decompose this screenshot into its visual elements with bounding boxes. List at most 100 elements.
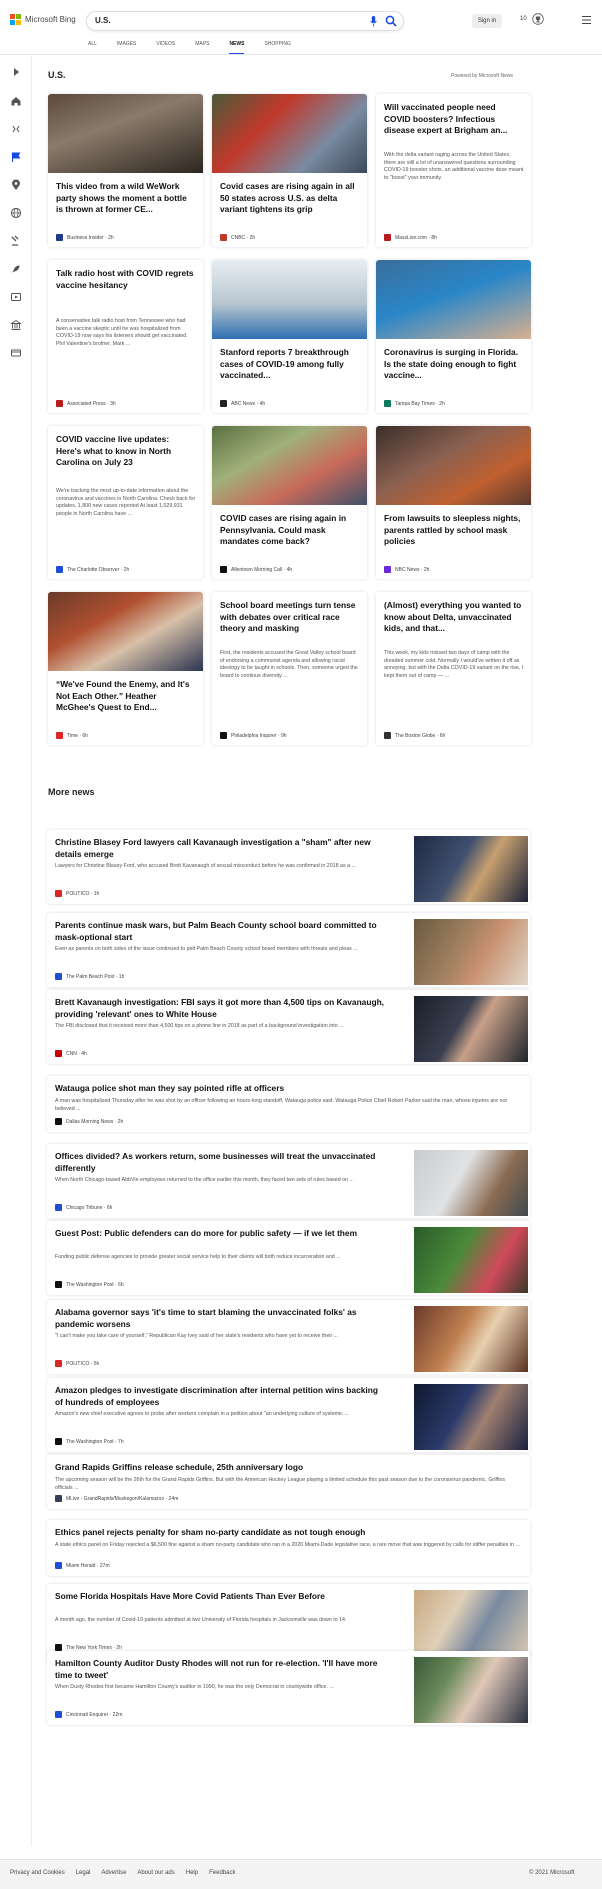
more-news-item[interactable]: Grand Rapids Griffins release schedule, … [47,1455,530,1509]
more-news-item[interactable]: Guest Post: Public defenders can do more… [47,1221,530,1295]
card-source[interactable]: Tampa Bay Times · 2h [384,400,445,407]
news-card[interactable]: COVID cases are rising again in Pennsylv… [212,426,367,579]
news-card[interactable]: COVID vaccine live updates: Here's what … [48,426,203,579]
card-headline[interactable]: School board meetings turn tense with de… [220,600,360,635]
menu-icon[interactable] [582,16,591,24]
card-source[interactable]: The Charlotte Observer · 2h [56,566,129,573]
more-news-item[interactable]: Offices divided? As workers return, some… [47,1144,530,1218]
news-card[interactable]: Covid cases are rising again in all 50 s… [212,94,367,247]
news-headline[interactable]: Christine Blasey Ford lawyers call Kavan… [55,837,385,860]
card-headline[interactable]: From lawsuits to sleepless nights, paren… [384,513,524,548]
news-headline[interactable]: Ethics panel rejects penalty for sham no… [55,1527,520,1539]
more-news-item[interactable]: Christine Blasey Ford lawyers call Kavan… [47,830,530,904]
news-source[interactable]: The New York Times · 2h [55,1644,122,1651]
card-headline[interactable]: Coronavirus is surging in Florida. Is th… [384,347,524,382]
news-thumbnail[interactable] [414,1150,528,1216]
footer-link-help[interactable]: Help [186,1870,198,1876]
footer-link-privacy[interactable]: Privacy and Cookies [10,1870,65,1876]
news-thumbnail[interactable] [414,1306,528,1372]
card-image[interactable] [212,426,367,505]
footer-link-legal[interactable]: Legal [76,1870,91,1876]
cards-icon[interactable] [10,347,22,359]
news-headline[interactable]: Grand Rapids Griffins release schedule, … [55,1462,520,1474]
news-source[interactable]: POLITICO · 5h [55,1360,99,1367]
card-image[interactable] [376,426,531,505]
more-news-item[interactable]: Watauga police shot man they say pointed… [47,1076,530,1132]
card-image[interactable] [48,592,203,671]
tab-all[interactable]: ALL [88,41,97,54]
search-input[interactable]: U.S. [95,16,111,25]
rewards-points[interactable]: 10 [520,16,527,22]
tab-images[interactable]: IMAGES [117,41,136,54]
news-thumbnail[interactable] [414,996,528,1062]
card-source[interactable]: Philadelphia Inquirer · 9h [220,732,287,739]
news-thumbnail[interactable] [414,1227,528,1293]
bing-logo[interactable]: Microsoft Bing [10,14,76,25]
sign-in-button[interactable]: Sign in [472,14,502,28]
more-news-item[interactable]: Ethics panel rejects penalty for sham no… [47,1520,530,1576]
news-source[interactable]: MLive - GrandRapids/Muskegon/Kalamazoo ·… [55,1495,178,1502]
news-headline[interactable]: Parents continue mask wars, but Palm Bea… [55,920,385,943]
news-source[interactable]: Cincinnati Enquirer · 22m [55,1711,122,1718]
card-headline[interactable]: COVID vaccine live updates: Here's what … [56,434,196,469]
news-source[interactable]: Chicago Tribune · 6h [55,1204,112,1211]
expand-arrow-icon[interactable] [10,66,22,78]
politics-gavel-icon[interactable] [10,235,22,247]
news-card[interactable]: “We've Found the Enemy, and It's Not Eac… [48,592,203,745]
card-headline[interactable]: (Almost) everything you wanted to know a… [384,600,524,635]
rewards-trophy-icon[interactable] [532,13,544,25]
card-source[interactable]: NBC News · 2h [384,566,429,573]
globe-icon[interactable] [10,207,22,219]
sparkle-icon[interactable] [10,123,22,135]
card-headline[interactable]: Talk radio host with COVID regrets vacci… [56,268,196,291]
entertainment-icon[interactable] [10,291,22,303]
news-card[interactable]: Coronavirus is surging in Florida. Is th… [376,260,531,413]
tab-shopping[interactable]: SHOPPING [264,41,290,54]
money-icon[interactable] [10,319,22,331]
news-card[interactable]: School board meetings turn tense with de… [212,592,367,745]
card-source[interactable]: Time · 6h [56,732,88,739]
more-news-item[interactable]: Brett Kavanaugh investigation: FBI says … [47,990,530,1064]
card-headline[interactable]: This video from a wild WeWork party show… [56,181,196,216]
news-headline[interactable]: Brett Kavanaugh investigation: FBI says … [55,997,385,1020]
card-source[interactable]: Associated Press · 3h [56,400,116,407]
news-thumbnail[interactable] [414,919,528,985]
microphone-icon[interactable] [370,16,377,27]
news-thumbnail[interactable] [414,836,528,902]
more-news-item[interactable]: Alabama governor says 'it's time to star… [47,1300,530,1374]
news-source[interactable]: POLITICO · 1h [55,890,99,897]
footer-link-advertise[interactable]: Advertise [101,1870,126,1876]
news-headline[interactable]: Alabama governor says 'it's time to star… [55,1307,385,1330]
more-news-item[interactable]: Hamilton County Auditor Dusty Rhodes wil… [47,1651,530,1725]
news-source[interactable]: CNN · 4h [55,1050,87,1057]
news-source[interactable]: The Washington Post · 7h [55,1438,124,1445]
more-news-item[interactable]: Amazon pledges to investigate discrimina… [47,1378,530,1452]
news-card[interactable]: Talk radio host with COVID regrets vacci… [48,260,203,413]
card-source[interactable]: Allentown Morning Call · 4h [220,566,292,573]
news-source[interactable]: The Washington Post · 6h [55,1281,124,1288]
card-image[interactable] [376,260,531,339]
card-source[interactable]: ABC News · 4h [220,400,265,407]
card-headline[interactable]: Will vaccinated people need COVID booste… [384,102,524,137]
news-card[interactable]: This video from a wild WeWork party show… [48,94,203,247]
card-source[interactable]: Business Insider · 2h [56,234,114,241]
card-source[interactable]: The Boston Globe · 6h [384,732,445,739]
card-headline[interactable]: COVID cases are rising again in Pennsylv… [220,513,360,548]
card-headline[interactable]: “We've Found the Enemy, and It's Not Eac… [56,679,196,714]
rocket-icon[interactable] [10,263,22,275]
card-image[interactable] [48,94,203,173]
news-card[interactable]: Stanford reports 7 breakthrough cases of… [212,260,367,413]
tab-maps[interactable]: MAPS [195,41,209,54]
news-thumbnail[interactable] [414,1590,528,1656]
news-source[interactable]: The Palm Beach Post · 1h [55,973,124,980]
more-news-item[interactable]: Some Florida Hospitals Have More Covid P… [47,1584,530,1658]
home-icon[interactable] [10,95,22,107]
tab-videos[interactable]: VIDEOS [156,41,175,54]
news-headline[interactable]: Amazon pledges to investigate discrimina… [55,1385,385,1408]
news-headline[interactable]: Offices divided? As workers return, some… [55,1151,385,1174]
card-headline[interactable]: Stanford reports 7 breakthrough cases of… [220,347,360,382]
card-source[interactable]: MassLive.com · 8h [384,234,437,241]
news-card[interactable]: From lawsuits to sleepless nights, paren… [376,426,531,579]
news-source[interactable]: Miami Herald · 27m [55,1562,110,1569]
card-source[interactable]: CNBC · 2h [220,234,255,241]
